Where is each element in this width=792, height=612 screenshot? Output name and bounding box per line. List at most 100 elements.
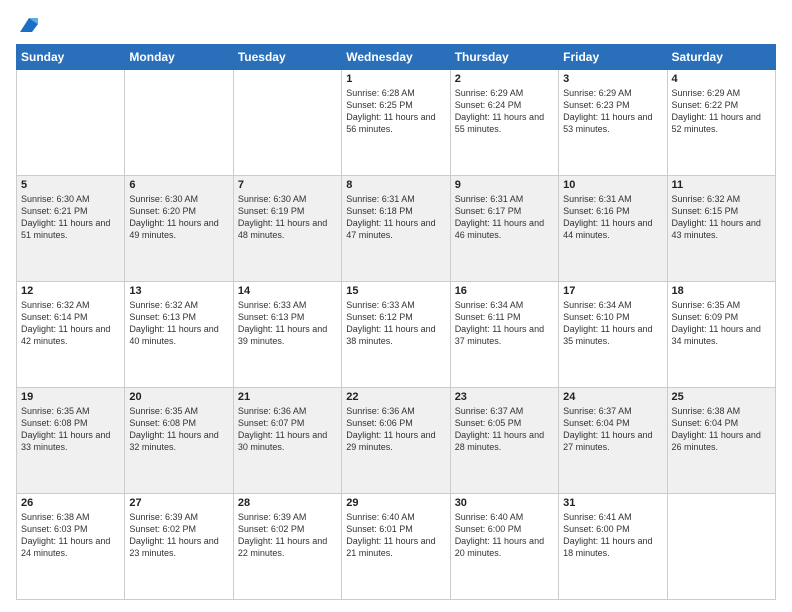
day-number: 29 — [346, 497, 445, 509]
day-number: 21 — [238, 391, 337, 403]
day-info: Sunrise: 6:32 AM Sunset: 6:14 PM Dayligh… — [21, 299, 120, 348]
day-info: Sunrise: 6:30 AM Sunset: 6:19 PM Dayligh… — [238, 193, 337, 242]
day-info: Sunrise: 6:40 AM Sunset: 6:00 PM Dayligh… — [455, 511, 554, 560]
day-info: Sunrise: 6:31 AM Sunset: 6:18 PM Dayligh… — [346, 193, 445, 242]
day-info: Sunrise: 6:32 AM Sunset: 6:15 PM Dayligh… — [672, 193, 771, 242]
day-number: 27 — [129, 497, 228, 509]
calendar-cell — [125, 70, 233, 176]
day-info: Sunrise: 6:35 AM Sunset: 6:08 PM Dayligh… — [21, 405, 120, 454]
calendar-cell: 4 Sunrise: 6:29 AM Sunset: 6:22 PM Daylig… — [667, 70, 775, 176]
calendar-cell: 2 Sunrise: 6:29 AM Sunset: 6:24 PM Daylig… — [450, 70, 558, 176]
day-number: 28 — [238, 497, 337, 509]
day-info: Sunrise: 6:35 AM Sunset: 6:08 PM Dayligh… — [129, 405, 228, 454]
day-number: 30 — [455, 497, 554, 509]
calendar-cell: 29 Sunrise: 6:40 AM Sunset: 6:01 PM Dayli… — [342, 494, 450, 600]
day-number: 14 — [238, 285, 337, 297]
calendar-cell: 7 Sunrise: 6:30 AM Sunset: 6:19 PM Daylig… — [233, 176, 341, 282]
day-number: 20 — [129, 391, 228, 403]
calendar-week-row: 26Sunrise: 6:38 AM Sunset: 6:03 PM Dayli… — [17, 494, 776, 600]
logo-icon — [18, 14, 40, 36]
calendar-cell: 6Sunrise: 6:30 AM Sunset: 6:20 PM Daylig… — [125, 176, 233, 282]
day-number: 31 — [563, 497, 662, 509]
day-info: Sunrise: 6:31 AM Sunset: 6:17 PM Dayligh… — [455, 193, 554, 242]
calendar-cell: 22 Sunrise: 6:36 AM Sunset: 6:06 PM Dayli… — [342, 388, 450, 494]
day-number: 2 — [455, 73, 554, 85]
page: SundayMondayTuesdayWednesdayThursdayFrid… — [0, 0, 792, 612]
calendar-cell — [667, 494, 775, 600]
header — [16, 12, 776, 36]
day-info: Sunrise: 6:37 AM Sunset: 6:04 PM Dayligh… — [563, 405, 662, 454]
calendar-cell: 16 Sunrise: 6:34 AM Sunset: 6:11 PM Dayli… — [450, 282, 558, 388]
day-number: 12 — [21, 285, 120, 297]
day-number: 11 — [672, 179, 771, 191]
day-info: Sunrise: 6:29 AM Sunset: 6:23 PM Dayligh… — [563, 87, 662, 136]
calendar-cell: 10 Sunrise: 6:31 AM Sunset: 6:16 PM Dayli… — [559, 176, 667, 282]
day-info: Sunrise: 6:37 AM Sunset: 6:05 PM Dayligh… — [455, 405, 554, 454]
day-number: 22 — [346, 391, 445, 403]
day-number: 24 — [563, 391, 662, 403]
day-info: Sunrise: 6:30 AM Sunset: 6:21 PM Dayligh… — [21, 193, 120, 242]
day-info: Sunrise: 6:40 AM Sunset: 6:01 PM Dayligh… — [346, 511, 445, 560]
calendar-cell: 23 Sunrise: 6:37 AM Sunset: 6:05 PM Dayli… — [450, 388, 558, 494]
day-info: Sunrise: 6:33 AM Sunset: 6:12 PM Dayligh… — [346, 299, 445, 348]
calendar-cell: 11 Sunrise: 6:32 AM Sunset: 6:15 PM Dayli… — [667, 176, 775, 282]
calendar-table: SundayMondayTuesdayWednesdayThursdayFrid… — [16, 44, 776, 600]
day-number: 10 — [563, 179, 662, 191]
day-number: 25 — [672, 391, 771, 403]
calendar-cell: 1 Sunrise: 6:28 AM Sunset: 6:25 PM Daylig… — [342, 70, 450, 176]
day-number: 17 — [563, 285, 662, 297]
day-number: 15 — [346, 285, 445, 297]
day-info: Sunrise: 6:35 AM Sunset: 6:09 PM Dayligh… — [672, 299, 771, 348]
day-info: Sunrise: 6:39 AM Sunset: 6:02 PM Dayligh… — [129, 511, 228, 560]
calendar-cell: 24 Sunrise: 6:37 AM Sunset: 6:04 PM Dayli… — [559, 388, 667, 494]
calendar-cell: 28 Sunrise: 6:39 AM Sunset: 6:02 PM Dayli… — [233, 494, 341, 600]
calendar-cell: 14 Sunrise: 6:33 AM Sunset: 6:13 PM Dayli… — [233, 282, 341, 388]
day-number: 7 — [238, 179, 337, 191]
day-info: Sunrise: 6:36 AM Sunset: 6:07 PM Dayligh… — [238, 405, 337, 454]
calendar-cell: 26Sunrise: 6:38 AM Sunset: 6:03 PM Dayli… — [17, 494, 125, 600]
calendar-cell: 15 Sunrise: 6:33 AM Sunset: 6:12 PM Dayli… — [342, 282, 450, 388]
day-number: 26 — [21, 497, 120, 509]
calendar-day-header: Tuesday — [233, 45, 341, 70]
calendar-cell: 20 Sunrise: 6:35 AM Sunset: 6:08 PM Dayli… — [125, 388, 233, 494]
calendar-cell: 18Sunrise: 6:35 AM Sunset: 6:09 PM Dayli… — [667, 282, 775, 388]
day-info: Sunrise: 6:29 AM Sunset: 6:22 PM Dayligh… — [672, 87, 771, 136]
day-info: Sunrise: 6:39 AM Sunset: 6:02 PM Dayligh… — [238, 511, 337, 560]
day-number: 16 — [455, 285, 554, 297]
calendar-cell: 12 Sunrise: 6:32 AM Sunset: 6:14 PM Dayli… — [17, 282, 125, 388]
calendar-cell: 19 Sunrise: 6:35 AM Sunset: 6:08 PM Dayli… — [17, 388, 125, 494]
calendar-cell: 5 Sunrise: 6:30 AM Sunset: 6:21 PM Daylig… — [17, 176, 125, 282]
calendar-week-row: 19 Sunrise: 6:35 AM Sunset: 6:08 PM Dayli… — [17, 388, 776, 494]
calendar-cell: 13Sunrise: 6:32 AM Sunset: 6:13 PM Dayli… — [125, 282, 233, 388]
calendar-day-header: Monday — [125, 45, 233, 70]
calendar-cell — [17, 70, 125, 176]
calendar-header-row: SundayMondayTuesdayWednesdayThursdayFrid… — [17, 45, 776, 70]
day-number: 1 — [346, 73, 445, 85]
calendar-day-header: Thursday — [450, 45, 558, 70]
day-info: Sunrise: 6:31 AM Sunset: 6:16 PM Dayligh… — [563, 193, 662, 242]
day-number: 4 — [672, 73, 771, 85]
day-number: 23 — [455, 391, 554, 403]
calendar-cell: 31Sunrise: 6:41 AM Sunset: 6:00 PM Dayli… — [559, 494, 667, 600]
calendar-week-row: 12 Sunrise: 6:32 AM Sunset: 6:14 PM Dayli… — [17, 282, 776, 388]
calendar-day-header: Friday — [559, 45, 667, 70]
calendar-cell: 8Sunrise: 6:31 AM Sunset: 6:18 PM Daylig… — [342, 176, 450, 282]
day-info: Sunrise: 6:33 AM Sunset: 6:13 PM Dayligh… — [238, 299, 337, 348]
day-info: Sunrise: 6:30 AM Sunset: 6:20 PM Dayligh… — [129, 193, 228, 242]
calendar-cell: 27 Sunrise: 6:39 AM Sunset: 6:02 PM Dayli… — [125, 494, 233, 600]
calendar-day-header: Sunday — [17, 45, 125, 70]
day-number: 5 — [21, 179, 120, 191]
calendar-cell: 21 Sunrise: 6:36 AM Sunset: 6:07 PM Dayli… — [233, 388, 341, 494]
day-info: Sunrise: 6:36 AM Sunset: 6:06 PM Dayligh… — [346, 405, 445, 454]
day-info: Sunrise: 6:38 AM Sunset: 6:04 PM Dayligh… — [672, 405, 771, 454]
day-number: 13 — [129, 285, 228, 297]
logo — [16, 16, 40, 36]
calendar-cell: 9 Sunrise: 6:31 AM Sunset: 6:17 PM Daylig… — [450, 176, 558, 282]
day-number: 19 — [21, 391, 120, 403]
day-info: Sunrise: 6:34 AM Sunset: 6:11 PM Dayligh… — [455, 299, 554, 348]
calendar-cell: 3 Sunrise: 6:29 AM Sunset: 6:23 PM Daylig… — [559, 70, 667, 176]
day-info: Sunrise: 6:28 AM Sunset: 6:25 PM Dayligh… — [346, 87, 445, 136]
day-number: 9 — [455, 179, 554, 191]
day-info: Sunrise: 6:29 AM Sunset: 6:24 PM Dayligh… — [455, 87, 554, 136]
day-number: 3 — [563, 73, 662, 85]
